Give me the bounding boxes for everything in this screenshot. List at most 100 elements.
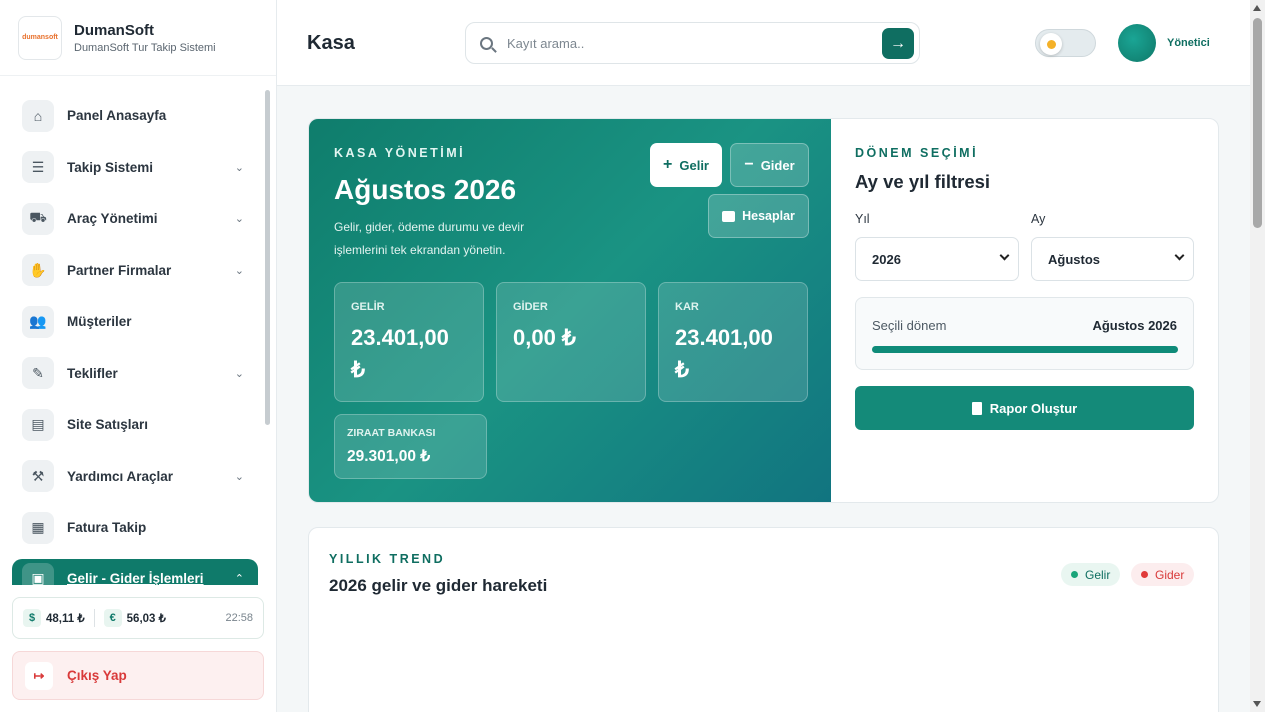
- expense-dot-icon: [1141, 571, 1148, 578]
- month-select[interactable]: Ağustos: [1031, 237, 1194, 281]
- trend-eyebrow: YILLIK TREND: [329, 552, 446, 566]
- sidebar-item-panel-anasayfa[interactable]: ⌂ Panel Anasayfa: [0, 90, 270, 142]
- chevron-down-icon[interactable]: ⌄: [235, 212, 244, 225]
- sidebar-item-müşteriler[interactable]: 👥 Müşteriler: [0, 296, 270, 348]
- accounts-label: Hesaplar: [742, 209, 795, 223]
- year-select[interactable]: 2026: [855, 237, 1019, 281]
- legend-expense[interactable]: Gider: [1131, 563, 1195, 586]
- brand-name: DumanSoft: [74, 21, 154, 39]
- scroll-down-icon[interactable]: [1253, 701, 1261, 707]
- month-select-value: Ağustos: [1048, 251, 1100, 267]
- add-income-button[interactable]: + Gelir: [650, 143, 722, 187]
- sidebar-item-takip-sistemi[interactable]: ☰ Takip Sistemi ⌄: [0, 142, 270, 194]
- usd-rate: $ 48,11 ₺: [23, 609, 85, 627]
- eur-value: 56,03 ₺: [126, 613, 166, 625]
- bank-balance[interactable]: ZIRAAT BANKASI 29.301,00 ₺: [334, 414, 487, 479]
- home-icon: ⌂: [22, 99, 54, 132]
- period-value: Ağustos 2026: [1092, 318, 1177, 333]
- store-icon: ▤: [22, 408, 54, 441]
- invoice-icon: ▦: [22, 511, 54, 544]
- bank-value: 29.301,00 ₺: [347, 448, 431, 465]
- filter-eyebrow: DÖNEM SEÇİMİ: [855, 146, 979, 160]
- chevron-down-icon[interactable]: ⌄: [235, 367, 244, 380]
- sidebar-item-yardımcı-araçlar[interactable]: ⚒ Yardımcı Araçlar ⌄: [0, 451, 270, 503]
- avatar[interactable]: [1118, 24, 1156, 62]
- profit-stat: KAR 23.401,00 ₺: [658, 282, 808, 402]
- toolbox-icon: ⚒: [22, 460, 54, 493]
- brand[interactable]: dumansoft DumanSoft DumanSoft Tur Takip …: [0, 0, 276, 76]
- sidebar-item-label: Müşteriler: [67, 314, 132, 330]
- stat-label: GELİR: [351, 301, 385, 313]
- divider: [93, 609, 95, 627]
- sidebar-item-fatura-takip[interactable]: ▦ Fatura Takip: [0, 502, 270, 554]
- sidebar-item-label: Partner Firmalar: [67, 262, 172, 278]
- search-input[interactable]: [507, 35, 847, 51]
- chevron-down-icon[interactable]: ⌄: [235, 161, 244, 174]
- brand-logo: dumansoft: [18, 15, 62, 60]
- rates-time: 22:58: [225, 612, 253, 624]
- sidebar-scrollbar[interactable]: [265, 90, 270, 425]
- sidebar-item-gelir-gider-i-şlemleri[interactable]: ▣ Gelir - Gider İşlemleri ⌃: [12, 558, 258, 585]
- create-report-label: Rapor Oluştur: [989, 400, 1078, 416]
- kasa-summary: KASA YÖNETİMİ Ağustos 2026 Gelir, gider,…: [309, 119, 831, 502]
- page-title: Kasa: [307, 32, 355, 54]
- stat-label: KAR: [675, 301, 699, 313]
- selected-period: Seçili dönem Ağustos 2026: [855, 297, 1194, 370]
- trend-title: 2026 gelir ve gider hareketi: [329, 576, 548, 595]
- trend-card: YILLIK TREND 2026 gelir ve gider hareket…: [308, 527, 1219, 712]
- kasa-title: Ağustos 2026: [334, 174, 517, 205]
- legend-income-label: Gelir: [1085, 567, 1111, 582]
- add-expense-label: Gider: [760, 157, 795, 173]
- usd-value: 48,11 ₺: [46, 613, 85, 625]
- sidebar-item-label: Takip Sistemi: [67, 159, 154, 175]
- user-name[interactable]: Yönetici: [1167, 37, 1210, 49]
- search-icon: [480, 36, 493, 50]
- chevron-down-icon[interactable]: ⌄: [235, 264, 244, 277]
- sidebar: dumansoft DumanSoft DumanSoft Tur Takip …: [0, 0, 277, 712]
- eur-rate: € 56,03 ₺: [103, 609, 166, 627]
- sidebar-item-label: Araç Yönetimi: [67, 211, 158, 227]
- search-submit-button[interactable]: →: [882, 28, 914, 59]
- page-scrollbar[interactable]: [1250, 0, 1265, 712]
- sidebar-nav: ⌂ Panel Anasayfa ☰ Takip Sistemi ⌄ ⛟ Araç Yöne…: [0, 90, 270, 585]
- logout-button[interactable]: ↦ Çıkış Yap: [12, 651, 264, 700]
- sidebar-item-araç-yönetimi[interactable]: ⛟ Araç Yönetimi ⌄: [0, 193, 270, 245]
- stat-value: 23.401,00 ₺: [675, 325, 773, 382]
- top-header: Kasa → Yönetici: [277, 0, 1250, 86]
- wallet-icon: [722, 210, 736, 222]
- sidebar-item-site-satışları[interactable]: ▤ Site Satışları: [0, 399, 270, 451]
- year-select-value: 2026: [872, 251, 901, 267]
- kasa-card: KASA YÖNETİMİ Ağustos 2026 Gelir, gider,…: [308, 118, 1219, 503]
- income-dot-icon: [1071, 571, 1078, 578]
- sidebar-item-label: Yardımcı Araçlar: [67, 468, 174, 484]
- add-income-label: Gelir: [679, 157, 709, 173]
- exchange-rates: $ 48,11 ₺ € 56,03 ₺ 22:58: [12, 597, 264, 639]
- dollar-icon: $: [23, 609, 41, 627]
- create-report-button[interactable]: Rapor Oluştur: [855, 386, 1194, 430]
- scroll-up-icon[interactable]: [1253, 5, 1261, 11]
- handshake-icon: ✋: [22, 254, 54, 287]
- logout-icon: ↦: [25, 661, 53, 690]
- bank-label: ZIRAAT BANKASI: [347, 427, 436, 439]
- edit-file-icon: ✎: [22, 357, 54, 390]
- period-filter: DÖNEM SEÇİMİ Ay ve yıl filtresi Yıl Ay 2…: [831, 119, 1218, 502]
- sidebar-item-teklifler[interactable]: ✎ Teklifler ⌄: [0, 348, 270, 400]
- chevron-down-icon: [999, 250, 1010, 261]
- add-expense-button[interactable]: − Gider: [730, 143, 809, 187]
- legend-income[interactable]: Gelir: [1061, 563, 1121, 586]
- minus-icon: −: [744, 156, 754, 173]
- expense-stat: GİDER 0,00 ₺: [496, 282, 646, 402]
- chevron-down-icon[interactable]: ⌄: [235, 470, 244, 483]
- list-icon: ☰: [22, 151, 54, 184]
- scrollbar-thumb[interactable]: [1253, 18, 1262, 228]
- sidebar-item-partner-firmalar[interactable]: ✋ Partner Firmalar ⌄: [0, 245, 270, 297]
- sidebar-item-label: Teklifler: [67, 365, 118, 381]
- chevron-up-icon[interactable]: ⌃: [235, 572, 244, 585]
- plus-icon: +: [663, 156, 673, 173]
- month-label: Ay: [1031, 212, 1046, 226]
- accounts-button[interactable]: Hesaplar: [708, 194, 809, 238]
- filter-title: Ay ve yıl filtresi: [855, 171, 991, 192]
- brand-subtitle: DumanSoft Tur Takip Sistemi: [74, 41, 216, 54]
- theme-toggle[interactable]: [1035, 29, 1096, 57]
- period-progress-fill: [872, 346, 1178, 353]
